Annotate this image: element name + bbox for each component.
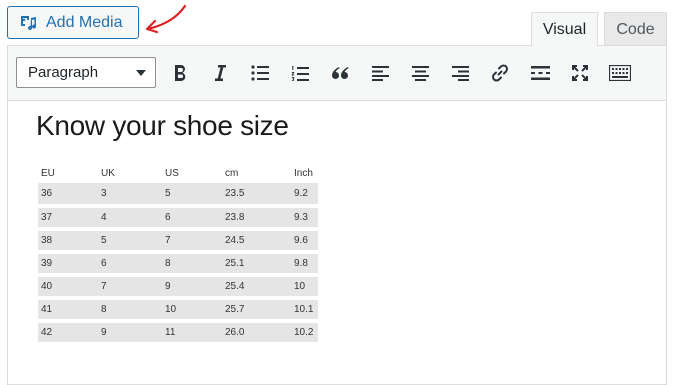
table-row: 37 4 6 23.8 9.3: [38, 206, 318, 231]
align-left-button[interactable]: [367, 60, 393, 86]
table-cell: 11: [162, 321, 222, 346]
read-more-button[interactable]: [527, 60, 553, 86]
table-cell: 24.5: [222, 229, 291, 254]
table-cell: 8: [98, 298, 162, 323]
table-cell: 39: [38, 252, 98, 277]
table-cell: 41: [38, 298, 98, 323]
table-row: 41 8 10 25.7 10.1: [38, 298, 318, 323]
editor: Paragraph Know your shoe size EU UK US c…: [7, 45, 667, 385]
keyboard-icon: [609, 65, 631, 81]
table-cell: 10: [162, 298, 222, 323]
table-cell: 25.4: [222, 275, 291, 300]
column-header-eu: EU: [41, 167, 55, 179]
numbered-list-icon: [291, 65, 309, 81]
table-cell: 6: [162, 206, 222, 231]
numbered-list-button[interactable]: [287, 60, 313, 86]
bulleted-list-button[interactable]: [247, 60, 273, 86]
table-cell: 9.6: [291, 229, 318, 254]
table-cell: 23.8: [222, 206, 291, 231]
table-cell: 9.8: [291, 252, 318, 277]
align-right-button[interactable]: [447, 60, 473, 86]
table-cell: 25.1: [222, 252, 291, 277]
table-row: 40 7 9 25.4 10: [38, 275, 318, 300]
column-header-uk: UK: [101, 167, 115, 179]
add-media-button[interactable]: Add Media: [7, 6, 139, 39]
align-center-icon: [411, 66, 429, 81]
table-cell: 9.2: [291, 183, 318, 208]
column-header-us: US: [165, 167, 179, 179]
editor-toolbar: Paragraph: [8, 46, 666, 101]
align-right-icon: [451, 66, 469, 81]
fullscreen-button[interactable]: [567, 60, 593, 86]
media-icon: [19, 13, 38, 32]
table-row: 42 9 11 26.0 10.2: [38, 321, 318, 346]
table-cell: 5: [98, 229, 162, 254]
table-cell: 6: [98, 252, 162, 277]
tab-code[interactable]: Code: [604, 12, 667, 46]
table-cell: 10.1: [291, 298, 318, 323]
table-cell: 9: [98, 321, 162, 346]
table-header-row: EU UK US cm Inch: [38, 163, 318, 183]
chevron-down-icon: [136, 70, 146, 76]
table-cell: 9.3: [291, 206, 318, 231]
table-cell: 25.7: [222, 298, 291, 323]
table-cell: 5: [162, 183, 222, 208]
tab-visual[interactable]: Visual: [531, 12, 598, 46]
table-row: 36 3 5 23.5 9.2: [38, 183, 318, 208]
table-cell: 26.0: [222, 321, 291, 346]
image-title: Know your shoe size: [36, 110, 289, 141]
table-cell: 4: [98, 206, 162, 231]
add-media-label: Add Media: [46, 13, 123, 31]
read-more-icon: [530, 66, 550, 80]
format-select-value: Paragraph: [28, 64, 99, 81]
bulleted-list-icon: [251, 65, 269, 81]
table-cell: 23.5: [222, 183, 291, 208]
table-cell: 3: [98, 183, 162, 208]
format-select[interactable]: Paragraph: [16, 57, 156, 88]
table-row: 39 6 8 25.1 9.8: [38, 252, 318, 277]
table-cell: 38: [38, 229, 98, 254]
table-cell: 10.2: [291, 321, 318, 346]
quote-icon: [332, 67, 349, 79]
table-cell: 42: [38, 321, 98, 346]
link-icon: [491, 64, 509, 82]
table-cell: 10: [291, 275, 318, 300]
italic-button[interactable]: [207, 60, 233, 86]
annotation-arrow-icon: [145, 4, 187, 34]
shoe-size-table: EU UK US cm Inch 36 3 5 23.5 9.2 37 4 6 …: [38, 163, 318, 346]
insert-link-button[interactable]: [487, 60, 513, 86]
fullscreen-icon: [572, 65, 588, 81]
table-cell: 7: [98, 275, 162, 300]
table-cell: 7: [162, 229, 222, 254]
table-cell: 37: [38, 206, 98, 231]
editor-content[interactable]: Know your shoe size EU UK US cm Inch 36 …: [8, 101, 666, 384]
table-row: 38 5 7 24.5 9.6: [38, 229, 318, 254]
bold-button[interactable]: [167, 60, 193, 86]
column-header-inch: Inch: [294, 167, 313, 179]
table-cell: 8: [162, 252, 222, 277]
table-cell: 36: [38, 183, 98, 208]
table-cell: 40: [38, 275, 98, 300]
bold-icon: [175, 65, 186, 81]
align-left-icon: [371, 66, 389, 81]
column-header-cm: cm: [225, 167, 239, 179]
table-cell: 9: [162, 275, 222, 300]
blockquote-button[interactable]: [327, 60, 353, 86]
toolbar-toggle-button[interactable]: [607, 60, 633, 86]
italic-icon: [215, 65, 226, 81]
align-center-button[interactable]: [407, 60, 433, 86]
